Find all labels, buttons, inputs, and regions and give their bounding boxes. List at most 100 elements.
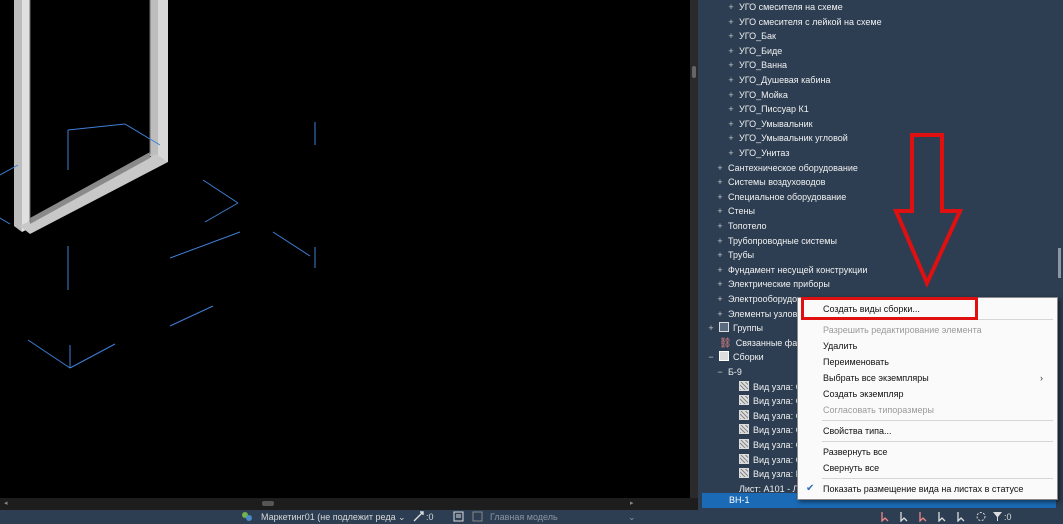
browser-tree-row[interactable]: Вид узла: С [726,453,802,468]
expand-icon[interactable]: + [726,0,736,15]
browser-tree-label: УГО_Душевая кабина [739,75,831,85]
browser-tree-row[interactable]: + Фундамент несущей конструкции [715,263,867,278]
context-menu-item[interactable]: Свернуть все [798,460,1057,476]
browser-tree-row[interactable]: + УГО_Мойка [726,88,788,103]
expand-icon[interactable]: + [726,15,736,30]
collapse-icon[interactable]: − [715,365,725,380]
browser-tree-row[interactable]: + УГО_Бак [726,29,776,44]
view-icon [739,468,749,479]
browser-tree-row[interactable]: + УГО_Писсуар К1 [726,102,809,117]
expand-icon[interactable]: + [715,263,725,278]
canvas-horizontal-scrollbar[interactable]: ◂ ▸ [0,498,698,510]
browser-tree-row[interactable]: + УГО_Умывальник угловой [726,131,847,146]
browser-tree-label: Вид узла: С [753,410,803,421]
expand-icon[interactable]: + [715,161,725,176]
context-menu-label: Удалить [823,341,858,351]
view-icon [739,453,749,464]
browser-tree-row[interactable]: + Топотело [715,219,766,234]
browser-tree-row[interactable]: Вид узла: С [726,409,802,424]
browser-tree-row[interactable]: + Стены [715,204,755,219]
browser-tree-row[interactable]: + Трубопроводные системы [715,234,837,249]
drag-on-selection-icon[interactable] [956,511,968,524]
context-menu-label: Разрешить редактирование элемента [823,325,982,335]
select-pinned-icon[interactable] [918,511,930,524]
select-links-icon[interactable] [880,511,892,524]
browser-tree-row[interactable]: + УГО_Ванна [726,58,787,73]
expand-icon[interactable]: + [715,175,725,190]
browser-tree-row[interactable]: + Электрооборудова [715,292,806,307]
expand-icon[interactable]: + [726,29,736,44]
chevron-down-icon[interactable]: ⌄ [398,511,406,523]
browser-tree-row[interactable]: + Трубы [715,248,754,263]
annotation-arrow [892,133,964,288]
browser-tree-label: Электрические приборы [728,279,830,290]
context-menu-item[interactable]: Удалить [798,338,1057,354]
browser-tree-row[interactable]: + УГО_Умывальник [726,117,812,132]
expand-icon[interactable]: + [715,234,725,249]
workset-icon[interactable] [241,511,253,524]
browser-tree-row[interactable]: + УГО_Унитаз [726,146,789,161]
browser-tree-row[interactable]: − Сборки [706,350,764,365]
main-model-icon [472,511,483,524]
expand-icon[interactable]: + [706,321,716,336]
drawing-canvas[interactable] [0,0,690,510]
expand-icon[interactable]: + [726,117,736,132]
expand-icon[interactable]: + [726,88,736,103]
browser-tree-label: УГО смесителя на схеме [739,2,843,12]
context-menu-item[interactable]: Выбрать все экземпляры › [798,370,1057,386]
expand-icon[interactable]: + [715,190,725,205]
design-option[interactable]: Главная модель [490,511,558,523]
background-process-icon[interactable] [975,511,987,524]
browser-tree-row[interactable]: + Сантехническое оборудование [715,161,858,176]
expand-icon[interactable]: + [726,131,736,146]
expand-icon[interactable]: + [715,277,725,292]
expand-icon[interactable]: + [715,204,725,219]
highlight-frame [801,297,978,320]
context-menu-item[interactable]: Переименовать [798,354,1057,370]
browser-tree-row[interactable]: Вид узла: Г [726,467,800,482]
expand-icon[interactable]: + [715,307,725,322]
browser-tree-row[interactable]: Вид узла: С [726,394,802,409]
expand-icon[interactable]: + [726,44,736,59]
browser-tree-label: Трубопроводные системы [728,235,837,246]
browser-tree-row[interactable]: + Группы [706,321,763,336]
browser-tree-row[interactable]: Вид узла: С [726,380,802,395]
context-menu-label: Свойства типа... [823,426,892,436]
context-menu-item[interactable]: Развернуть все [798,444,1057,460]
expand-icon[interactable]: + [726,73,736,88]
model-view [0,0,316,369]
expand-icon[interactable]: + [715,219,725,234]
browser-tree-row[interactable]: Вид узла: С [726,423,802,438]
expand-icon[interactable]: + [726,102,736,117]
context-menu-item[interactable]: Свойства типа... [798,423,1057,439]
expand-icon[interactable]: + [726,146,736,161]
filter-count: :0 [1004,512,1012,522]
browser-tree-label: УГО_Писсуар К1 [739,104,809,115]
browser-tree-row[interactable]: + Элементы узлов [715,307,797,322]
design-options-icon[interactable] [453,511,464,524]
browser-tree-row[interactable]: + УГО_Душевая кабина [726,73,830,88]
expand-icon[interactable]: + [715,292,725,307]
browser-tree-row[interactable]: + Системы воздуховодов [715,175,825,190]
context-menu-item: Разрешить редактирование элемента [798,322,1057,338]
context-menu-item[interactable]: Создать экземпляр [798,386,1057,402]
expand-icon[interactable]: + [715,248,725,263]
canvas-vertical-scrollbar[interactable] [690,0,698,498]
browser-tree-row[interactable]: + УГО смесителя с лейкой на схеме [726,15,881,30]
expand-icon[interactable]: + [726,58,736,73]
browser-tree-row[interactable]: + УГО_Биде [726,44,782,59]
browser-tree-row[interactable]: + Специальное оборудование [715,190,846,205]
browser-tree-row[interactable]: Вид узла: С [726,438,802,453]
context-menu-item[interactable]: ✔ Показать размещение вида на листах в ст… [798,481,1057,497]
browser-tree-row[interactable]: + УГО смесителя на схеме [726,0,843,15]
filter-icon[interactable] [992,511,1003,524]
browser-tree-label: УГО_Ванна [739,60,788,71]
select-by-face-icon[interactable] [937,511,949,524]
browser-tree-row[interactable]: − Б-9 [715,365,742,380]
active-workset[interactable]: Маркетинг01 (не подлежит реда [261,511,396,523]
browser-tree-row[interactable]: + Электрические приборы [715,277,830,292]
editable-icon[interactable] [413,511,425,524]
select-underlay-icon[interactable] [899,511,911,524]
chevron-down-icon[interactable]: ⌄ [628,511,636,523]
collapse-icon[interactable]: − [706,350,716,365]
